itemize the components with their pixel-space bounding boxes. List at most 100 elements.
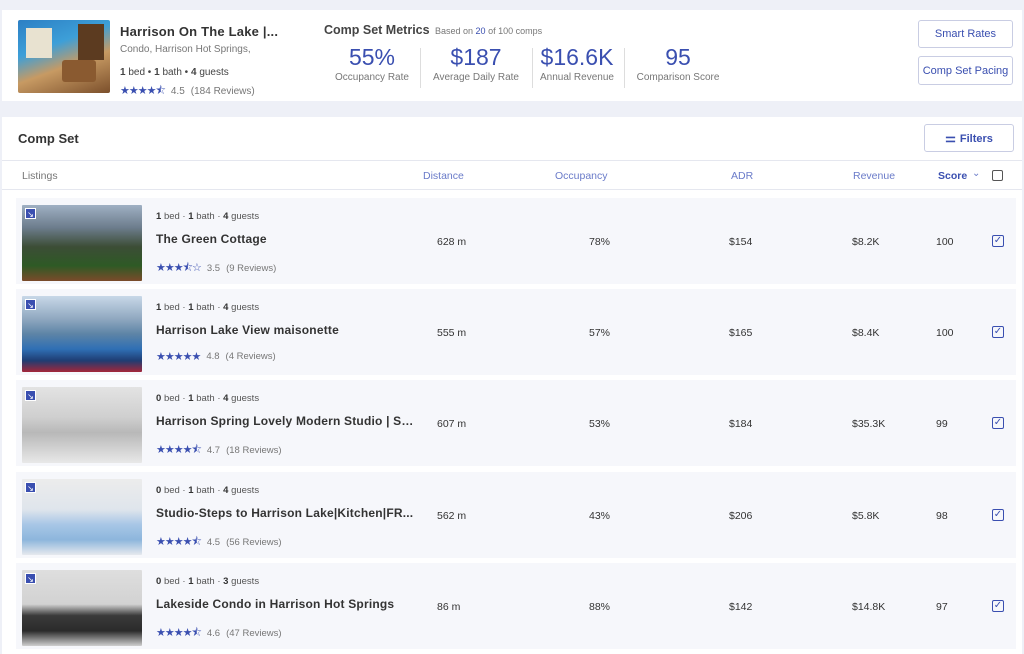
- guest-label: guests: [231, 576, 260, 587]
- metric-value: 55%: [348, 44, 396, 70]
- star-rating-icon: ★★★★⯪: [156, 536, 202, 548]
- property-summary-card: Harrison On The Lake |... Condo, Harriso…: [2, 10, 1022, 101]
- guest-count: 3: [223, 576, 229, 587]
- row-checkbox[interactable]: ✓: [992, 417, 1004, 429]
- property-photo[interactable]: [18, 20, 110, 93]
- metric-divider: [532, 48, 533, 88]
- comp-set-pacing-button[interactable]: Comp Set Pacing: [918, 56, 1013, 85]
- photo-detail: [26, 28, 52, 58]
- listing-rating: ★★★★⯪ 4.6 (47 Reviews): [156, 624, 282, 643]
- bath-label: bath: [196, 576, 215, 587]
- row-checkbox[interactable]: ✓: [992, 600, 1004, 612]
- review-count: (4 Reviews): [225, 351, 276, 362]
- metric-label: Comparison Score: [636, 72, 720, 83]
- listing-name[interactable]: Harrison Spring Lovely Modern Studio | S…: [156, 414, 420, 428]
- revenue-cell: $8.4K: [852, 327, 880, 339]
- metric-divider: [624, 48, 625, 88]
- rating-value: 4.6: [206, 628, 221, 639]
- property-capacity: 1 bed • 1 bath • 4 guests: [120, 67, 229, 78]
- listing-name[interactable]: Lakeside Condo in Harrison Hot Springs: [156, 597, 420, 611]
- metric-label: Occupancy Rate: [335, 72, 409, 83]
- adr-cell: $206: [729, 510, 753, 522]
- guest-count: 4: [223, 485, 229, 496]
- comp-set-title: Comp Set: [18, 131, 79, 146]
- score-cell: 100: [936, 236, 954, 248]
- metric-revenue: $16.6K Annual Revenue: [534, 44, 620, 83]
- bed-count: 0: [156, 485, 162, 496]
- property-title[interactable]: Harrison On The Lake |...: [120, 24, 278, 39]
- review-count: (18 Reviews): [226, 445, 282, 456]
- smart-rates-button[interactable]: Smart Rates: [918, 20, 1013, 48]
- metrics-basis-prefix: Based on: [435, 26, 474, 36]
- listing-photo[interactable]: ↘: [22, 296, 142, 372]
- bed-count: 0: [156, 393, 162, 404]
- listing-capacity: 0 bed · 1 bath · 3 guests: [156, 576, 260, 587]
- table-row[interactable]: ↘ 0 bed · 1 bath · 4 guests Studio-Steps t…: [16, 472, 1016, 558]
- adr-cell: $154: [729, 236, 753, 248]
- bed-label: bed: [163, 211, 180, 222]
- row-checkbox[interactable]: ✓: [992, 326, 1004, 338]
- filters-button[interactable]: ⚌ Filters: [924, 124, 1014, 152]
- airbnb-badge-icon: ↘: [25, 299, 36, 310]
- review-count: (56 Reviews): [226, 537, 282, 548]
- metrics-basis-count: 20: [475, 26, 486, 36]
- sort-down-icon[interactable]: ⌄: [972, 168, 980, 179]
- listing-name[interactable]: Studio-Steps to Harrison Lake|Kitchen|FR…: [156, 506, 420, 520]
- distance-cell: 86 m: [437, 601, 461, 613]
- row-checkbox[interactable]: ✓: [992, 509, 1004, 521]
- listing-name[interactable]: The Green Cottage: [156, 232, 420, 246]
- airbnb-badge-icon: ↘: [25, 482, 36, 493]
- guest-count: 4: [223, 393, 229, 404]
- listing-photo[interactable]: ↘: [22, 570, 142, 646]
- metrics-basis-suffix: of 100 comps: [488, 26, 543, 36]
- occupancy-cell: 78%: [589, 236, 611, 248]
- bath-label: bath: [196, 485, 215, 496]
- sliders-icon: ⚌: [945, 131, 956, 145]
- column-distance[interactable]: Distance: [423, 170, 464, 182]
- listing-photo[interactable]: ↘: [22, 205, 142, 281]
- review-count: (47 Reviews): [226, 628, 282, 639]
- metric-value: 95: [665, 44, 691, 70]
- adr-cell: $142: [729, 601, 753, 613]
- table-row[interactable]: ↘ 0 bed · 1 bath · 3 guests Lakeside Condo…: [16, 563, 1016, 649]
- bath-count: 1: [188, 576, 194, 587]
- table-header: Listings Distance Occupancy ADR Revenue …: [2, 160, 1022, 190]
- bed-label: bed: [163, 302, 180, 313]
- bed-label: bed: [163, 393, 180, 404]
- listing-capacity: 0 bed · 1 bath · 4 guests: [156, 485, 260, 496]
- rating-value: 4.5: [206, 537, 221, 548]
- bed-label: bed: [163, 576, 180, 587]
- listing-name[interactable]: Harrison Lake View maisonette: [156, 323, 420, 337]
- row-checkbox[interactable]: ✓: [992, 235, 1004, 247]
- bath-count: 1: [188, 485, 194, 496]
- bed-count: 1: [120, 67, 126, 78]
- score-cell: 100: [936, 327, 954, 339]
- table-row[interactable]: ↘ 1 bed · 1 bath · 4 guests Harrison Lake …: [16, 289, 1016, 375]
- revenue-cell: $5.8K: [852, 510, 880, 522]
- guest-label: guests: [231, 485, 260, 496]
- select-all-checkbox[interactable]: [992, 170, 1003, 181]
- guest-label: guests: [231, 211, 260, 222]
- occupancy-cell: 57%: [589, 327, 611, 339]
- revenue-cell: $35.3K: [852, 418, 886, 430]
- occupancy-cell: 53%: [589, 418, 611, 430]
- column-revenue[interactable]: Revenue: [853, 170, 895, 182]
- distance-cell: 628 m: [437, 236, 467, 248]
- listing-photo[interactable]: ↘: [22, 387, 142, 463]
- table-row[interactable]: ↘ 0 bed · 1 bath · 4 guests Harrison Sprin…: [16, 380, 1016, 466]
- metric-value: $16.6K: [540, 44, 614, 70]
- table-row[interactable]: ↘ 1 bed · 1 bath · 4 guests The Green Cott…: [16, 198, 1016, 284]
- column-adr[interactable]: ADR: [731, 170, 753, 182]
- checkmark-icon: ✓: [993, 509, 1003, 520]
- metric-occupancy: 55% Occupancy Rate: [332, 44, 412, 83]
- photo-detail: [62, 60, 96, 82]
- review-count: (9 Reviews): [226, 263, 277, 274]
- property-rating: ★★★★⯪ 4.5 (184 Reviews): [120, 82, 255, 101]
- column-listings: Listings: [22, 170, 58, 182]
- column-occupancy[interactable]: Occupancy: [555, 170, 608, 182]
- occupancy-cell: 43%: [589, 510, 611, 522]
- column-score[interactable]: Score: [938, 170, 967, 182]
- listing-photo[interactable]: ↘: [22, 479, 142, 555]
- bath-count: 1: [188, 393, 194, 404]
- filters-label: Filters: [959, 133, 993, 145]
